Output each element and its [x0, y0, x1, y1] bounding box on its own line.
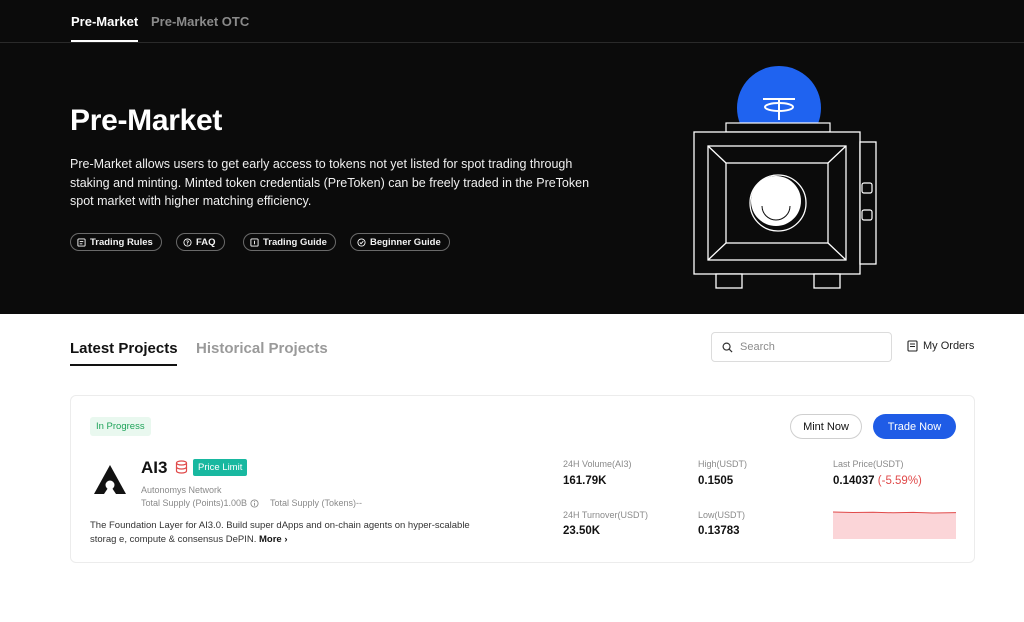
project-description: The Foundation Layer for AI3.0. Build su… — [90, 519, 490, 547]
compass-icon — [357, 237, 366, 247]
faq-label: FAQ — [196, 236, 216, 248]
search-icon — [722, 342, 733, 353]
project-card: In Progress Mint Now Trade Now AI3 Price… — [70, 395, 975, 563]
search-input[interactable] — [740, 341, 880, 353]
info-icon[interactable] — [250, 498, 259, 508]
vault-illustration — [693, 66, 877, 289]
tab-historical-projects[interactable]: Historical Projects — [196, 340, 328, 357]
token-name: AI3 — [141, 458, 168, 477]
volume-label: 24H Volume(AI3) — [563, 459, 632, 469]
network-name: Autonomys Network — [141, 485, 222, 495]
beginner-guide-label: Beginner Guide — [370, 236, 441, 248]
turnover-label: 24H Turnover(USDT) — [563, 510, 649, 520]
page-title: Pre-Market — [70, 104, 223, 137]
faq-link[interactable]: ? FAQ — [176, 233, 225, 251]
search-box[interactable] — [711, 332, 892, 362]
price-sparkline — [833, 511, 956, 539]
more-label: More — [258, 534, 282, 545]
market-tabs: Pre-Market Pre-Market OTC — [0, 0, 1024, 43]
document-icon — [77, 237, 86, 247]
volume-value: 161.79K — [563, 475, 607, 487]
guide-icon — [250, 237, 259, 247]
last-price-label: Last Price(USDT) — [833, 459, 904, 469]
beginner-guide-link[interactable]: Beginner Guide — [350, 233, 450, 251]
mint-now-button[interactable]: Mint Now — [790, 414, 862, 439]
low-value: 0.13783 — [698, 525, 740, 537]
more-link[interactable]: More › — [259, 534, 288, 545]
total-supply-tokens: Total Supply (Tokens)-- — [270, 498, 363, 508]
hero-section: Pre-Market Pre-Market OTC Pre-Market Pre… — [0, 0, 1024, 314]
chevron-right-icon: › — [284, 534, 288, 545]
last-price: 0.14037 (-5.59%) — [833, 475, 922, 487]
tab-pre-market[interactable]: Pre-Market — [71, 14, 139, 42]
hero-description: Pre-Market allows users to get early acc… — [70, 157, 590, 208]
tab-latest-projects[interactable]: Latest Projects — [70, 340, 178, 366]
my-orders-link[interactable]: My Orders — [907, 340, 974, 352]
price-limit-tag: Price Limit — [193, 459, 248, 476]
my-orders-label: My Orders — [923, 340, 975, 352]
high-label: High(USDT) — [698, 459, 748, 469]
question-icon: ? — [183, 237, 192, 246]
database-icon — [175, 460, 188, 474]
trading-rules-link[interactable]: Trading Rules — [70, 233, 162, 251]
trade-now-button[interactable]: Trade Now — [873, 414, 956, 439]
trading-guide-link[interactable]: Trading Guide — [243, 233, 336, 251]
trading-rules-label: Trading Rules — [90, 236, 153, 248]
project-logo — [94, 465, 126, 494]
svg-text:?: ? — [186, 240, 189, 246]
trading-guide-label: Trading Guide — [263, 236, 327, 248]
status-badge: In Progress — [90, 417, 151, 436]
orders-icon — [907, 340, 918, 352]
total-supply-points: Total Supply (Points)1.00B — [141, 498, 259, 508]
price-change: (-5.59%) — [877, 475, 922, 487]
turnover-value: 23.50K — [563, 525, 601, 537]
low-label: Low(USDT) — [698, 510, 746, 520]
tab-pre-market-otc[interactable]: Pre-Market OTC — [151, 14, 249, 29]
last-price-value: 0.14037 — [833, 475, 875, 487]
total-supply-points-text: Total Supply (Points)1.00B — [141, 498, 248, 508]
high-value: 0.1505 — [698, 475, 734, 487]
